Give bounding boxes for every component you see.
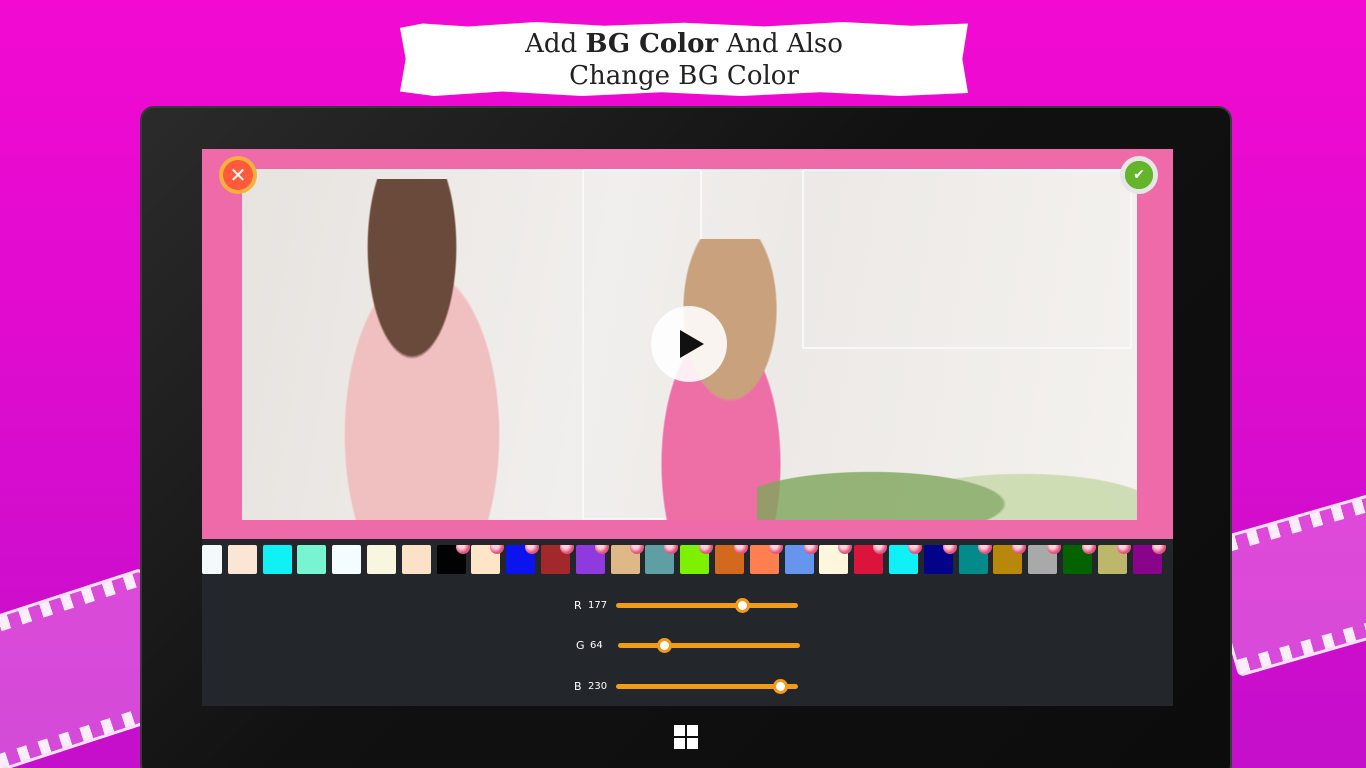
slider-green-value: 64	[590, 639, 603, 651]
color-swatch[interactable]	[610, 545, 644, 574]
swatch-marker-icon	[1012, 545, 1027, 554]
slider-blue-track[interactable]	[616, 678, 798, 694]
swatch-marker-icon	[1116, 545, 1131, 554]
color-swatch[interactable]	[993, 545, 1027, 574]
headline-banner: Add BG Color And Also Change BG Color	[400, 22, 968, 96]
wall-panel	[802, 169, 1132, 349]
headline-line-2: Change BG Color	[569, 61, 799, 91]
color-swatch[interactable]	[1132, 545, 1166, 574]
slider-blue-label: B	[574, 679, 582, 693]
video-preview[interactable]	[242, 169, 1137, 520]
swatch-marker-icon	[490, 545, 505, 554]
close-icon: ✕	[229, 163, 247, 187]
swatch-marker-icon	[455, 545, 470, 554]
check-icon: ✔	[1133, 167, 1145, 183]
color-swatch-strip[interactable]	[202, 545, 1173, 577]
color-swatch[interactable]	[888, 545, 922, 574]
swatch-marker-icon	[699, 545, 714, 554]
color-swatch[interactable]	[262, 545, 292, 574]
headline-line-1: Add BG Color And Also	[400, 28, 968, 60]
color-swatch[interactable]	[923, 545, 957, 574]
confirm-button[interactable]: ✔	[1120, 156, 1158, 194]
slider-red-value: 177	[588, 599, 608, 611]
photo-subject-mother	[302, 179, 502, 520]
color-swatch[interactable]	[819, 545, 853, 574]
color-swatch[interactable]	[575, 545, 609, 574]
headline-text: And Also	[726, 29, 843, 59]
color-swatch[interactable]	[784, 545, 818, 574]
slider-green-track[interactable]	[618, 637, 800, 653]
color-swatch[interactable]	[227, 545, 257, 574]
swatch-marker-icon	[559, 545, 574, 554]
play-icon	[680, 330, 704, 358]
swatch-marker-icon	[803, 545, 818, 554]
swatch-marker-icon	[768, 545, 783, 554]
swatch-marker-icon	[1081, 545, 1096, 554]
slider-red: R 177	[574, 595, 798, 615]
swatch-marker-icon	[629, 545, 644, 554]
color-swatch[interactable]	[297, 545, 327, 574]
slider-red-track[interactable]	[616, 597, 798, 613]
slider-blue-thumb[interactable]	[773, 678, 789, 694]
app-screen: ✕ ✔ R 177 G 64 B 230	[202, 149, 1173, 706]
swatch-marker-icon	[1151, 545, 1166, 554]
swatch-marker-icon	[977, 545, 992, 554]
slider-green: G 64	[576, 635, 800, 655]
color-swatch[interactable]	[645, 545, 679, 574]
windows-logo-pane	[674, 725, 685, 736]
swatch-marker-icon	[1047, 545, 1062, 554]
color-swatch[interactable]	[1097, 545, 1131, 574]
headline-emphasis: BG Color	[585, 29, 719, 59]
color-swatch[interactable]	[506, 545, 540, 574]
color-swatch[interactable]	[332, 545, 362, 574]
slider-green-thumb[interactable]	[656, 637, 672, 653]
slider-red-label: R	[574, 598, 582, 612]
color-swatch[interactable]	[436, 545, 470, 574]
slider-red-thumb[interactable]	[735, 597, 751, 613]
color-swatch[interactable]	[714, 545, 748, 574]
color-swatch[interactable]	[958, 545, 992, 574]
slider-blue: B 230	[574, 676, 798, 696]
swatch-marker-icon	[942, 545, 957, 554]
slider-green-label: G	[576, 638, 585, 652]
swatch-marker-icon	[525, 545, 540, 554]
close-button[interactable]: ✕	[219, 156, 257, 194]
color-swatch[interactable]	[401, 545, 431, 574]
color-swatch[interactable]	[1062, 545, 1096, 574]
swatch-marker-icon	[838, 545, 853, 554]
color-swatch[interactable]	[680, 545, 714, 574]
windows-logo-pane	[687, 738, 698, 749]
color-swatch[interactable]	[1028, 545, 1062, 574]
headline-text: Add	[525, 29, 578, 59]
slider-blue-value: 230	[588, 680, 608, 692]
swatch-marker-icon	[907, 545, 922, 554]
windows-logo-pane	[674, 738, 685, 749]
color-swatch[interactable]	[749, 545, 783, 574]
color-swatch[interactable]	[202, 545, 222, 574]
swatch-marker-icon	[873, 545, 888, 554]
photo-plants	[757, 440, 1137, 520]
swatch-marker-icon	[594, 545, 609, 554]
windows-logo-pane	[687, 725, 698, 736]
swatch-marker-icon	[733, 545, 748, 554]
swatch-marker-icon	[664, 545, 679, 554]
windows-logo-icon[interactable]	[674, 725, 698, 749]
color-swatch[interactable]	[366, 545, 396, 574]
color-swatch[interactable]	[854, 545, 888, 574]
color-swatch[interactable]	[540, 545, 574, 574]
color-swatch[interactable]	[471, 545, 505, 574]
play-button[interactable]	[651, 306, 727, 382]
bg-color-frame: ✕ ✔	[202, 149, 1173, 539]
